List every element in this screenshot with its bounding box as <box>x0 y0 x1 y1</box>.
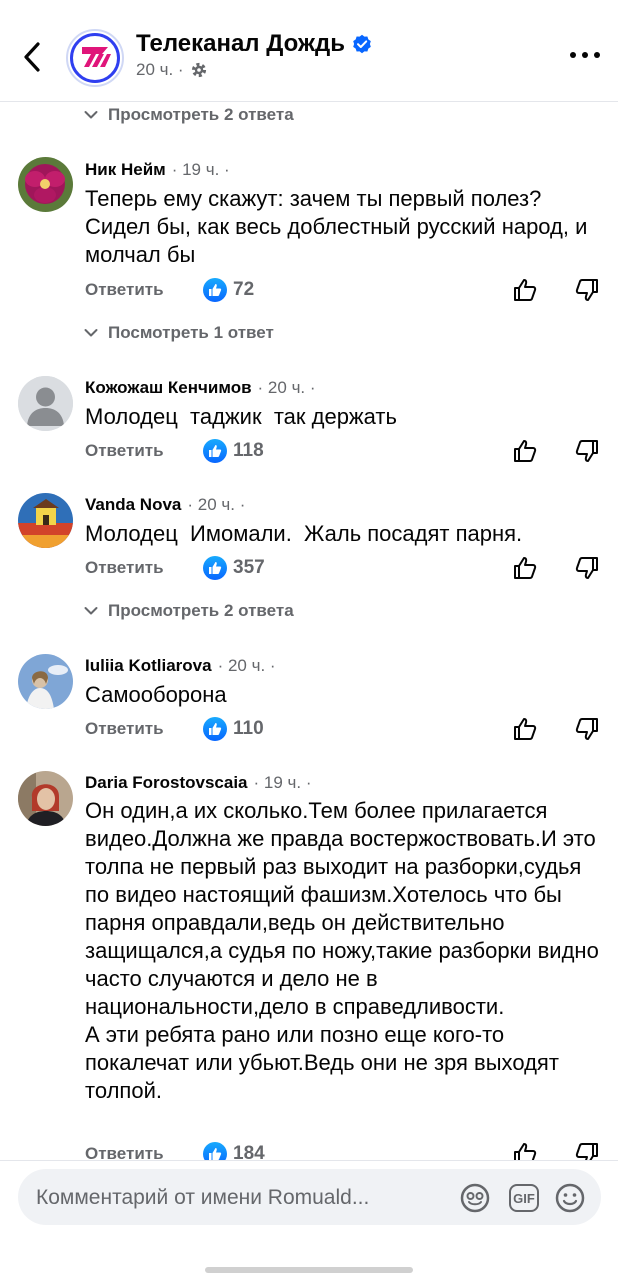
comment-header: Кожожаш Кенчимов · 20 ч. · <box>85 378 316 398</box>
reply-button[interactable]: Ответить <box>85 441 203 461</box>
view-replies-label[interactable]: Просмотреть 2 ответа <box>108 105 294 125</box>
comment-time: · 20 ч. · <box>257 378 316 397</box>
like-count: 110 <box>233 718 264 739</box>
downvote-icon[interactable] <box>574 716 600 742</box>
reaction-count[interactable]: 118 <box>203 439 264 463</box>
reply-button[interactable]: Ответить <box>85 280 203 300</box>
view-replies-link[interactable]: Просмотреть 2 ответа <box>84 105 294 125</box>
page-logo[interactable] <box>66 29 124 87</box>
gif-button[interactable]: GIF <box>509 1184 539 1212</box>
reaction-count[interactable]: 72 <box>203 278 254 302</box>
home-indicator <box>205 1267 413 1273</box>
comment-time: · 19 ч. · <box>253 773 312 792</box>
comment-header: Ник Нейм · 19 ч. · <box>85 160 230 180</box>
flower-avatar[interactable] <box>18 157 73 212</box>
tv-rain-logo-icon <box>70 33 120 83</box>
vote-buttons <box>512 716 600 742</box>
emoji-icon[interactable] <box>553 1181 587 1215</box>
painting-avatar[interactable] <box>18 493 73 548</box>
like-icon <box>203 717 227 741</box>
post-meta: 20 ч. · <box>136 60 208 80</box>
comment-time: · 20 ч. · <box>217 656 276 675</box>
downvote-icon[interactable] <box>574 555 600 581</box>
like-count: 357 <box>233 557 265 578</box>
chevron-down-icon <box>84 607 98 615</box>
more-dots-icon[interactable] <box>570 52 600 62</box>
downvote-icon[interactable] <box>574 438 600 464</box>
comment-author[interactable]: Ник Нейм <box>85 160 166 180</box>
comment-text: Теперь ему скажут: зачем ты первый полез… <box>85 186 594 267</box>
vote-buttons <box>512 438 600 464</box>
like-icon <box>203 278 227 302</box>
verified-badge-icon <box>353 34 371 54</box>
default-avatar[interactable] <box>18 376 73 431</box>
sticker-icon[interactable] <box>458 1181 492 1215</box>
chevron-down-icon <box>84 329 98 337</box>
post-time: 20 ч. · <box>136 60 184 79</box>
comment-text: Он один,а их сколько.Тем более прилагает… <box>85 798 599 1103</box>
gif-label: GIF <box>513 1190 535 1206</box>
view-replies-link[interactable]: Просмотреть 2 ответа <box>84 601 294 621</box>
comment-time: · 19 ч. · <box>171 160 230 179</box>
vote-buttons <box>512 277 600 303</box>
comment-time: · 20 ч. · <box>187 495 246 514</box>
like-count: 118 <box>233 440 264 461</box>
comment-header: Iuliia Kotliarova · 20 ч. · <box>85 656 276 676</box>
top-bar: Телеканал Дождь 20 ч. · <box>0 0 618 102</box>
comment-author[interactable]: Vanda Nova <box>85 495 181 515</box>
upvote-icon[interactable] <box>512 555 538 581</box>
like-count: 72 <box>233 279 255 300</box>
like-icon <box>203 556 227 580</box>
vote-buttons <box>512 555 600 581</box>
comment-text: Самооборона <box>85 682 227 707</box>
comment-text: Молодец таджик так держать <box>85 404 397 429</box>
reply-button[interactable]: Ответить <box>85 719 203 739</box>
comment-header: Daria Forostovscaia · 19 ч. · <box>85 773 312 793</box>
chevron-left-icon[interactable] <box>18 38 48 76</box>
portrait-avatar[interactable] <box>18 771 73 826</box>
comment-input[interactable]: Комментарий от имени Romuald... GIF <box>18 1169 601 1225</box>
like-icon <box>203 439 227 463</box>
reply-button[interactable]: Ответить <box>85 558 203 578</box>
gear-icon <box>191 62 206 78</box>
view-replies-label[interactable]: Посмотреть 1 ответ <box>108 323 274 343</box>
comment-input-placeholder[interactable]: Комментарий от имени Romuald... <box>36 1186 446 1210</box>
downvote-icon[interactable] <box>574 277 600 303</box>
comment-author[interactable]: Iuliia Kotliarova <box>85 656 212 676</box>
reaction-count[interactable]: 357 <box>203 556 265 580</box>
dot <box>570 52 576 58</box>
upvote-icon[interactable] <box>512 716 538 742</box>
dot <box>594 52 600 58</box>
view-replies-label[interactable]: Просмотреть 2 ответа <box>108 601 294 621</box>
comment-composer: Комментарий от имени Romuald... GIF <box>0 1160 618 1280</box>
sky-avatar[interactable] <box>18 654 73 709</box>
upvote-icon[interactable] <box>512 277 538 303</box>
reaction-count[interactable]: 110 <box>203 717 264 741</box>
comment-author[interactable]: Daria Forostovscaia <box>85 773 248 793</box>
chevron-down-icon <box>84 111 98 119</box>
dot <box>582 52 588 58</box>
page-title[interactable]: Телеканал Дождь <box>136 30 372 58</box>
view-replies-link[interactable]: Посмотреть 1 ответ <box>84 323 274 343</box>
upvote-icon[interactable] <box>512 438 538 464</box>
page-name-text[interactable]: Телеканал Дождь <box>136 30 345 58</box>
comment-author[interactable]: Кожожаш Кенчимов <box>85 378 252 398</box>
comment-text: Молодец Имомали. Жаль посадят парня. <box>85 521 523 546</box>
comment-header: Vanda Nova · 20 ч. · <box>85 495 245 515</box>
